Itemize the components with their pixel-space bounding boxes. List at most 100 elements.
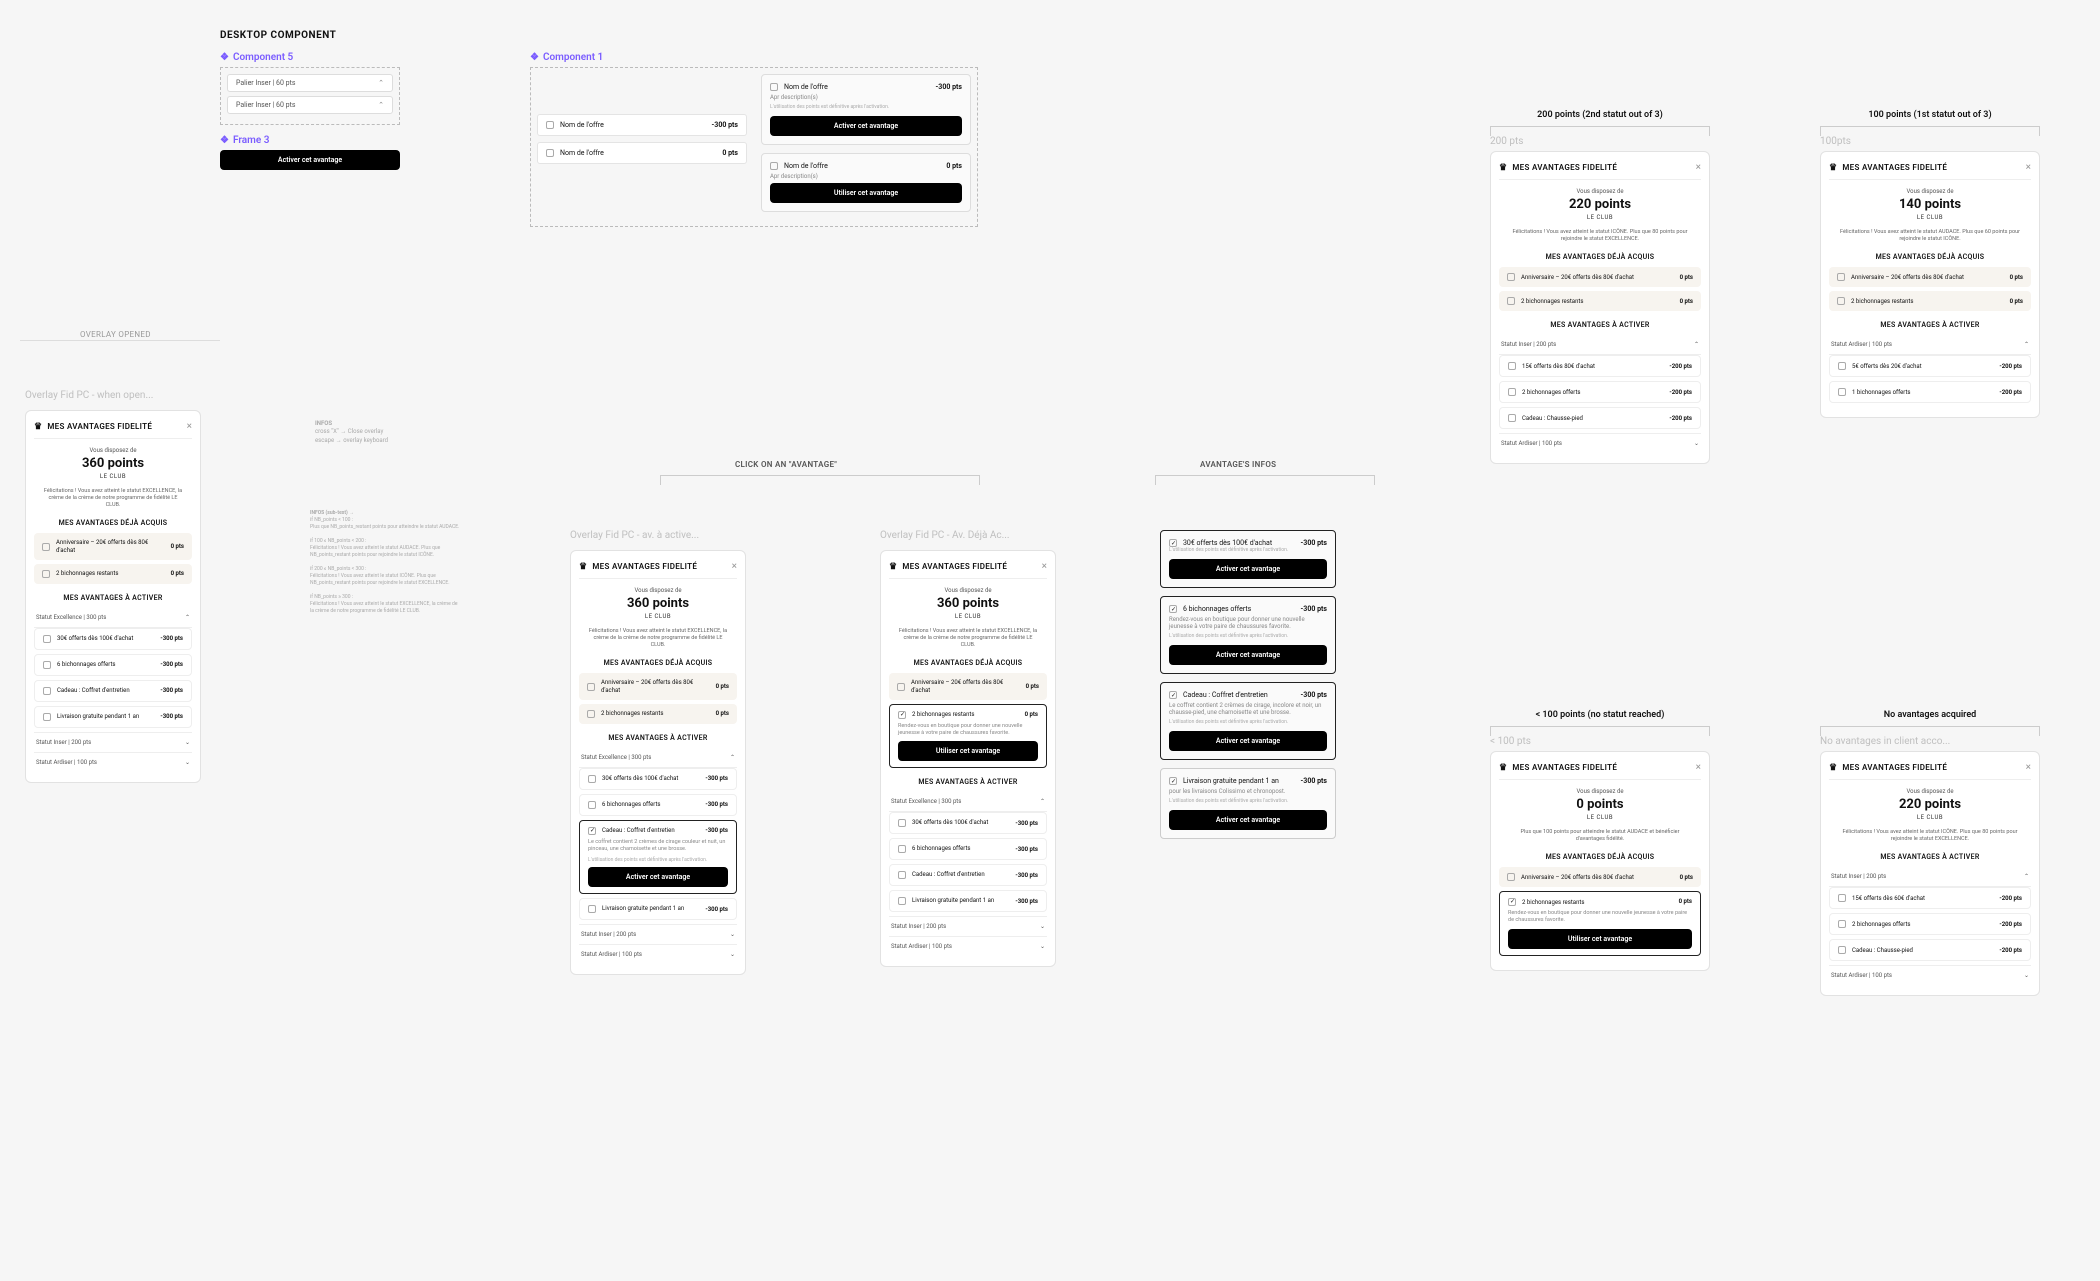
close-icon[interactable]: × — [1696, 762, 1701, 773]
status-tier-row[interactable]: Statut Ardiser | 100 pts⌄ — [1499, 433, 1701, 453]
reward-row[interactable]: 6 bichonnages offerts-300 pts — [889, 838, 1047, 860]
reward-row[interactable]: 30€ offerts dès 100€ d'achat-300 pts — [889, 812, 1047, 834]
reward-row[interactable]: 2 bichonnages offerts-200 pts — [1499, 381, 1701, 403]
reward-row[interactable]: 30€ offerts dès 100€ d'achat-300 pts — [34, 628, 192, 650]
checkbox-icon[interactable] — [43, 635, 51, 643]
col-heading-noav: No avantages acquired — [1820, 710, 2040, 720]
diamond-icon: ❖ — [220, 135, 229, 146]
col-heading-lt100: < 100 points (no statut reached) — [1490, 710, 1710, 720]
reward-row[interactable]: Anniversaire – 20€ offerts dès 80€ d'ach… — [579, 673, 737, 699]
checkbox-icon[interactable] — [770, 162, 778, 170]
close-icon[interactable]: × — [1042, 561, 1047, 572]
reward-row[interactable]: 5€ offerts dès 20€ d'achat-200 pts — [1829, 355, 2031, 377]
checkbox-checked-icon[interactable] — [898, 711, 906, 719]
reward-row-selected[interactable]: 2 bichonnages restants0 pts Rendez-vous … — [889, 704, 1047, 768]
checkbox-checked-icon[interactable] — [1508, 898, 1516, 906]
reward-row[interactable]: Anniversaire – 20€ offerts dès 80€ d'ach… — [1499, 867, 1701, 887]
reward-row[interactable]: 2 bichonnages offerts-200 pts — [1829, 913, 2031, 935]
reward-row[interactable]: 30€ offerts dès 100€ d'achat-300 pts — [579, 768, 737, 790]
status-tier-row[interactable]: Statut Inser | 200 pts⌄ — [579, 924, 737, 944]
activer-button[interactable]: Activer cet avantage — [1169, 645, 1327, 665]
reward-row[interactable]: Anniversaire – 20€ offerts dès 80€ d'ach… — [1499, 267, 1701, 287]
utiliser-button[interactable]: Utiliser cet avantage — [770, 183, 962, 203]
close-icon[interactable]: × — [2026, 762, 2031, 773]
checkbox-icon[interactable] — [43, 687, 51, 695]
checkbox-icon[interactable] — [42, 570, 50, 578]
status-tier-row[interactable]: Statut Excellence | 300 pts⌃ — [34, 608, 192, 628]
status-tier-row[interactable]: Statut Inser | 200 pts⌄ — [34, 732, 192, 752]
status-tier-row[interactable]: Statut Ardiser | 100 pts⌄ — [34, 752, 192, 772]
reward-row[interactable]: Cadeau : Coffret d'entretien-300 pts — [34, 680, 192, 702]
status-tier-row[interactable]: Statut Ardiser | 100 pts⌄ — [1829, 965, 2031, 985]
utiliser-button[interactable]: Utiliser cet avantage — [898, 741, 1038, 761]
checkbox-checked-icon[interactable] — [1169, 539, 1177, 547]
checkbox-icon[interactable] — [546, 121, 554, 129]
reward-row[interactable]: 2 bichonnages restants0 pts — [1499, 291, 1701, 311]
reward-row[interactable]: Anniversaire – 20€ offerts dès 80€ d'ach… — [1829, 267, 2031, 287]
activer-button[interactable]: Activer cet avantage — [1169, 559, 1327, 579]
offer-row[interactable]: Nom de l'offre -300 pts — [537, 114, 747, 136]
reward-row[interactable]: Anniversaire – 20€ offerts dès 80€ d'ach… — [34, 533, 192, 559]
ghost-lt100-label: < 100 pts — [1490, 736, 1710, 747]
utiliser-button[interactable]: Utiliser cet avantage — [1508, 929, 1692, 949]
checkbox-icon[interactable] — [546, 149, 554, 157]
status-tier-row[interactable]: Statut Ardiser | 100 pts⌃ — [1829, 335, 2031, 355]
close-icon[interactable]: × — [732, 561, 737, 572]
close-icon[interactable]: × — [1696, 162, 1701, 173]
status-tier-row[interactable]: Statut Excellence | 300 pts⌃ — [889, 792, 1047, 812]
palier-row[interactable]: Palier Inser | 60 pts⌃ — [227, 74, 393, 92]
checkbox-icon[interactable] — [770, 83, 778, 91]
reward-row[interactable]: Livraison gratuite pendant 1 an-300 pts — [34, 706, 192, 728]
reward-row-selected[interactable]: 2 bichonnages restants0 pts Rendez-vous … — [1499, 891, 1701, 955]
reward-row[interactable]: 1 bichonnages offerts-200 pts — [1829, 381, 2031, 403]
activer-button[interactable]: Activer cet avantage — [220, 150, 400, 170]
reward-row[interactable]: Cadeau : Chausse-pied-200 pts — [1829, 939, 2031, 961]
offer-card-expanded: Nom de l'offre-300 pts Apr description(s… — [761, 74, 971, 145]
palier-row[interactable]: Palier Inser | 60 pts⌃ — [227, 96, 393, 114]
crown-icon: ♛ — [889, 562, 897, 572]
component-1-label: ❖Component 1 — [530, 52, 978, 63]
chevron-up-icon: ⌃ — [185, 614, 190, 621]
status-tier-row[interactable]: Statut Inser | 200 pts⌃ — [1829, 867, 2031, 887]
activer-button[interactable]: Activer cet avantage — [1169, 731, 1327, 751]
reward-row[interactable]: 6 bichonnages offerts-300 pts — [34, 654, 192, 676]
activer-button[interactable]: Activer cet avantage — [770, 116, 962, 136]
reward-row[interactable]: Anniversaire – 20€ offerts dès 80€ d'ach… — [889, 673, 1047, 699]
reward-row[interactable]: Livraison gratuite pendant 1 an-300 pts — [579, 898, 737, 920]
status-tier-row[interactable]: Statut Ardiser | 100 pts⌄ — [579, 944, 737, 964]
info-card: Cadeau : Coffret d'entretien-300 pts Le … — [1160, 682, 1336, 760]
reward-row-selected[interactable]: Cadeau : Coffret d'entretien-300 pts Le … — [579, 820, 737, 894]
reward-row[interactable]: Livraison gratuite pendant 1 an-300 pts — [889, 890, 1047, 912]
reward-row[interactable]: 15€ offerts dès 60€ d'achat-200 pts — [1829, 887, 2031, 909]
reward-row[interactable]: 2 bichonnages restants0 pts — [34, 564, 192, 584]
ghost-200-label: 200 pts — [1490, 136, 1710, 147]
overlay-opened-label: OVERLAY OPENED — [80, 330, 151, 339]
ghost-panel-label: Overlay Fid PC - av. à active... — [570, 530, 699, 541]
fidelity-panel-open: ♛MES AVANTAGES FIDELITÉ × Vous disposez … — [25, 410, 201, 783]
activer-button[interactable]: Activer cet avantage — [1169, 810, 1327, 830]
status-tier-row[interactable]: Statut Inser | 200 pts⌄ — [889, 916, 1047, 936]
checkbox-icon[interactable] — [42, 543, 50, 551]
points-value: 0 pts — [722, 149, 738, 157]
reward-row[interactable]: 2 bichonnages restants0 pts — [1829, 291, 2031, 311]
activer-button[interactable]: Activer cet avantage — [588, 867, 728, 887]
reward-row[interactable]: 15€ offerts dès 80€ d'achat-200 pts — [1499, 355, 1701, 377]
status-tier-row[interactable]: Statut Ardiser | 100 pts⌄ — [889, 936, 1047, 956]
close-icon[interactable]: × — [187, 421, 192, 432]
status-tier-row[interactable]: Statut Inser | 200 pts⌃ — [1499, 335, 1701, 355]
status-tier-row[interactable]: Statut Excellence | 300 pts⌃ — [579, 748, 737, 768]
points-value: -300 pts — [712, 121, 738, 129]
info-note: INFOS cross "X" → Close overlay escape →… — [315, 420, 410, 445]
reward-row[interactable]: 6 bichonnages offerts-300 pts — [579, 794, 737, 816]
fidelity-panel-100: ♛MES AVANTAGES FIDELITÉ× Vous disposez d… — [1820, 151, 2040, 418]
checkbox-icon[interactable] — [43, 661, 51, 669]
component-5-label: ❖Component 5 — [220, 52, 400, 63]
reward-row[interactable]: Cadeau : Coffret d'entretien-300 pts — [889, 864, 1047, 886]
close-icon[interactable]: × — [2026, 162, 2031, 173]
reward-row[interactable]: Cadeau : Chausse-pied-200 pts — [1499, 407, 1701, 429]
reward-row[interactable]: 2 bichonnages restants0 pts — [579, 704, 737, 724]
checkbox-icon[interactable] — [43, 713, 51, 721]
section-desktop-component: DESKTOP COMPONENT — [220, 30, 336, 41]
checkbox-checked-icon[interactable] — [588, 827, 596, 835]
offer-row[interactable]: Nom de l'offre 0 pts — [537, 142, 747, 164]
